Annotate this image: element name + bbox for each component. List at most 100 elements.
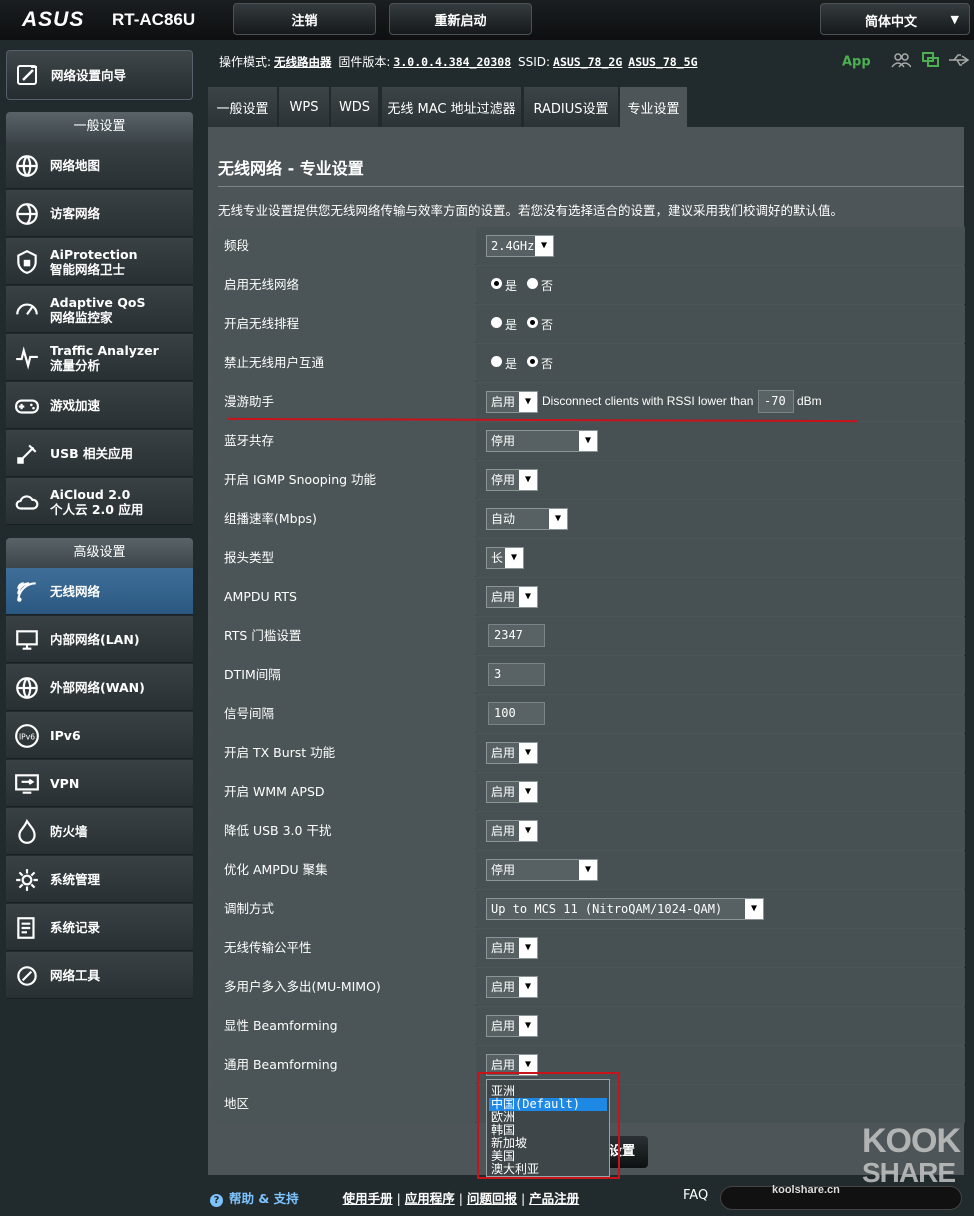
sidebar-item-general-4[interactable]: Traffic Analyzer 流量分析 xyxy=(6,334,193,381)
tab-5[interactable]: 专业设置 xyxy=(620,87,687,127)
footer-link-registration[interactable]: 产品注册 xyxy=(529,1191,579,1206)
setting-select[interactable]: 停用 ▼ xyxy=(486,469,538,491)
sidebar-item-general-2[interactable]: AiProtection 智能网络卫士 xyxy=(6,238,193,285)
chevron-down-icon: ▼ xyxy=(579,860,597,880)
radio-yes-label: 是 xyxy=(505,279,518,293)
setting-select[interactable]: 2.4GHz ▼ xyxy=(486,235,554,257)
sidebar-item-advanced-7[interactable]: 系统记录 xyxy=(6,904,193,951)
roaming-select[interactable]: 启用 ▼ xyxy=(486,391,538,413)
setting-row: 组播速率(Mbps) 自动 ▼ xyxy=(213,500,965,538)
chevron-down-icon: ▼ xyxy=(579,431,597,451)
clients-icon[interactable] xyxy=(891,52,912,72)
setting-label: DTIM间隔 xyxy=(213,656,475,694)
network-setup-wizard[interactable]: 网络设置向导 xyxy=(6,50,193,100)
annotation-box xyxy=(477,1072,620,1179)
footer-link-manual[interactable]: 使用手册 xyxy=(343,1191,393,1206)
logout-button[interactable]: 注销 xyxy=(233,3,376,35)
sidebar-item-label: 无线网络 xyxy=(50,584,101,599)
footer-link-feedback[interactable]: 问题回报 xyxy=(467,1191,517,1206)
sidebar-item-advanced-4[interactable]: VPN xyxy=(6,760,193,807)
sidebar-item-general-5[interactable]: 游戏加速 xyxy=(6,382,193,429)
help-link[interactable]: ? 帮助 & 支持 xyxy=(210,1191,299,1207)
radio-no[interactable] xyxy=(527,278,538,289)
chevron-down-icon: ▼ xyxy=(519,470,537,490)
radio-yes[interactable] xyxy=(491,356,502,367)
log-icon xyxy=(14,915,40,941)
setting-select[interactable]: 启用 ▼ xyxy=(486,586,538,608)
sidebar-item-advanced-2[interactable]: 外部网络(WAN) xyxy=(6,664,193,711)
mode-link[interactable]: 无线路由器 xyxy=(274,55,332,69)
chevron-down-icon: ▼ xyxy=(549,509,567,529)
chevron-down-icon: ▼ xyxy=(950,13,959,26)
chevron-down-icon: ▼ xyxy=(519,392,537,412)
sidebar-item-general-6[interactable]: USB 相关应用 xyxy=(6,430,193,477)
sidebar-item-general-3[interactable]: Adaptive QoS 网络监控家 xyxy=(6,286,193,333)
setting-select[interactable]: 启用 ▼ xyxy=(486,937,538,959)
firmware-link[interactable]: 3.0.0.4.384_20308 xyxy=(393,55,511,69)
network-status-icon[interactable] xyxy=(921,52,940,72)
setting-select[interactable]: 启用 ▼ xyxy=(486,820,538,842)
sidebar-item-advanced-3[interactable]: IPv6 IPv6 xyxy=(6,712,193,759)
setting-select[interactable]: 启用 ▼ xyxy=(486,781,538,803)
footer: ? 帮助 & 支持 使用手册 | 应用程序 | 问题回报 | 产品注册 xyxy=(210,1188,579,1207)
setting-row: 无线传输公平性 启用 ▼ xyxy=(213,929,965,967)
radio-yes[interactable] xyxy=(491,317,502,328)
radio-yes-label: 是 xyxy=(505,357,518,371)
tab-1[interactable]: WPS xyxy=(279,87,329,127)
setting-label: 蓝牙共存 xyxy=(213,422,475,460)
setting-value-cell: 100 xyxy=(476,695,965,733)
setting-select[interactable]: 长 ▼ xyxy=(486,547,524,569)
tab-0[interactable]: 一般设置 xyxy=(208,87,277,127)
setting-label: 禁止无线用户互通 xyxy=(213,344,475,382)
app-link[interactable]: App xyxy=(842,55,871,70)
sidebar-item-advanced-6[interactable]: 系统管理 xyxy=(6,856,193,903)
sidebar-item-general-1[interactable]: 访客网络 xyxy=(6,190,193,237)
reboot-button[interactable]: 重新启动 xyxy=(389,3,532,35)
usb-status-icon[interactable] xyxy=(948,53,970,71)
radio-no[interactable] xyxy=(527,356,538,367)
sidebar-item-general-7[interactable]: AiCloud 2.0 个人云 2.0 应用 xyxy=(6,478,193,525)
setting-select[interactable]: 启用 ▼ xyxy=(486,1015,538,1037)
sidebar-item-advanced-8[interactable]: 网络工具 xyxy=(6,952,193,999)
rssi-input[interactable]: -70 xyxy=(758,390,794,413)
model-name: RT-AC86U xyxy=(112,10,196,29)
globe-map-icon xyxy=(14,153,40,179)
setting-select[interactable]: 启用 ▼ xyxy=(486,742,538,764)
sidebar-item-label: USB 相关应用 xyxy=(50,446,134,461)
ssid-5g-link[interactable]: ASUS_78_5G xyxy=(628,55,697,69)
setting-text-input[interactable]: 2347 xyxy=(488,624,545,647)
setting-select[interactable]: 停用 ▼ xyxy=(486,430,598,452)
tab-4[interactable]: RADIUS设置 xyxy=(524,87,618,127)
chevron-down-icon: ▼ xyxy=(519,782,537,802)
sidebar-item-advanced-0[interactable]: 无线网络 xyxy=(6,568,193,615)
setting-label: 启用无线网络 xyxy=(213,266,475,304)
radio-no[interactable] xyxy=(527,317,538,328)
setting-label: 信号间隔 xyxy=(213,695,475,733)
setting-text-input[interactable]: 100 xyxy=(488,702,545,725)
tab-3[interactable]: 无线 MAC 地址过滤器 xyxy=(382,87,521,127)
radio-yes[interactable] xyxy=(491,278,502,289)
setting-label: 开启 TX Burst 功能 xyxy=(213,734,475,772)
sidebar-item-label: IPv6 xyxy=(50,728,81,743)
setting-row: 开启 TX Burst 功能 启用 ▼ xyxy=(213,734,965,772)
setting-select[interactable]: Up to MCS 11 (NitroQAM/1024-QAM) ▼ xyxy=(486,898,764,920)
setting-select[interactable]: 启用 ▼ xyxy=(486,976,538,998)
setting-value-cell: 启用 ▼ xyxy=(476,812,965,850)
usb-icon xyxy=(14,441,40,467)
chevron-down-icon: ▼ xyxy=(519,938,537,958)
tab-2[interactable]: WDS xyxy=(331,87,378,127)
setting-select[interactable]: 自动 ▼ xyxy=(486,508,568,530)
setting-row: 开启 WMM APSD 启用 ▼ xyxy=(213,773,965,811)
setting-row: RTS 门槛设置 2347 xyxy=(213,617,965,655)
sidebar-item-label: 外部网络(WAN) xyxy=(50,680,145,695)
footer-link-utility[interactable]: 应用程序 xyxy=(405,1191,455,1206)
sidebar-item-advanced-5[interactable]: 防火墙 xyxy=(6,808,193,855)
sidebar-item-general-0[interactable]: 网络地图 xyxy=(6,142,193,189)
general-settings-header: 一般设置 xyxy=(6,112,193,142)
language-select[interactable]: 简体中文 ▼ xyxy=(820,3,970,35)
setting-select[interactable]: 停用 ▼ xyxy=(486,859,598,881)
faq-search-input[interactable] xyxy=(720,1186,962,1210)
sidebar-item-advanced-1[interactable]: 内部网络(LAN) xyxy=(6,616,193,663)
ssid-2g-link[interactable]: ASUS_78_2G xyxy=(553,55,622,69)
setting-text-input[interactable]: 3 xyxy=(488,663,545,686)
